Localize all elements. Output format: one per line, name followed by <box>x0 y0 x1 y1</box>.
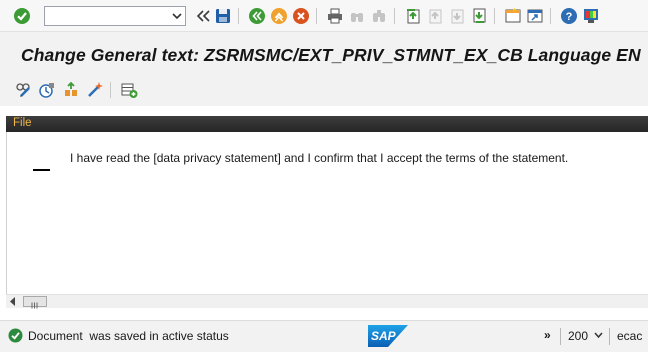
status-message: Document was saved in active status <box>28 329 229 343</box>
status-more-button[interactable]: » <box>544 328 551 342</box>
divider <box>494 8 495 24</box>
display-change-icon[interactable] <box>15 81 33 99</box>
text-cursor <box>33 169 50 171</box>
server-name: ecac <box>617 329 643 343</box>
system-toolbar: ? <box>0 0 648 32</box>
divider <box>394 8 395 24</box>
help-icon[interactable]: ? <box>560 7 578 25</box>
next-page-icon <box>451 9 464 24</box>
save-icon[interactable] <box>214 7 232 25</box>
cancel-icon[interactable] <box>292 7 310 25</box>
svg-text:SAP: SAP <box>371 329 397 343</box>
chevron-down-icon[interactable] <box>172 11 182 21</box>
sap-logo-icon: SAP <box>368 325 408 347</box>
text-editor[interactable]: I have read the [data privacy statement]… <box>6 132 648 294</box>
back-green-icon[interactable] <box>248 7 266 25</box>
chevron-down-icon[interactable] <box>594 331 603 339</box>
divider <box>550 8 551 24</box>
editor-menu-bar: File <box>6 116 648 132</box>
find-icon <box>351 13 363 22</box>
success-icon <box>8 328 23 343</box>
magic-wand-icon[interactable] <box>86 81 104 99</box>
system-client[interactable]: 200 <box>568 329 588 343</box>
format-icon[interactable] <box>62 81 80 99</box>
horizontal-scrollbar[interactable] <box>6 294 648 309</box>
svg-text:?: ? <box>566 11 573 23</box>
back-icon[interactable] <box>194 7 212 25</box>
grip-icon <box>31 302 38 309</box>
insert-icon[interactable] <box>120 81 138 99</box>
print-icon[interactable] <box>326 7 344 25</box>
divider <box>238 8 239 24</box>
editor-line[interactable]: I have read the [data privacy statement]… <box>70 151 568 165</box>
activate-icon[interactable] <box>38 81 56 99</box>
application-toolbar <box>0 78 648 106</box>
first-page-icon[interactable] <box>404 7 422 25</box>
customize-icon[interactable] <box>582 7 600 25</box>
command-input[interactable] <box>45 7 165 25</box>
shortcut-icon[interactable] <box>526 7 544 25</box>
divider <box>110 82 111 98</box>
exit-icon[interactable] <box>270 7 288 25</box>
title-bar: Change General text: ZSRMSMC/EXT_PRIV_ST… <box>0 32 648 78</box>
find-next-icon <box>373 10 385 22</box>
divider <box>609 328 610 345</box>
prev-page-icon <box>429 9 442 24</box>
scroll-left-icon[interactable] <box>9 297 17 306</box>
command-field[interactable] <box>44 6 186 26</box>
scroll-thumb[interactable] <box>23 296 47 309</box>
menu-file[interactable]: File <box>13 117 32 129</box>
last-page-icon[interactable] <box>470 7 488 25</box>
divider <box>316 8 317 24</box>
enter-icon[interactable] <box>13 7 31 25</box>
divider <box>560 328 561 345</box>
page-title: Change General text: ZSRMSMC/EXT_PRIV_ST… <box>21 45 641 65</box>
status-bar: Document was saved in active status SAP … <box>0 320 648 352</box>
new-session-icon[interactable] <box>504 7 522 25</box>
